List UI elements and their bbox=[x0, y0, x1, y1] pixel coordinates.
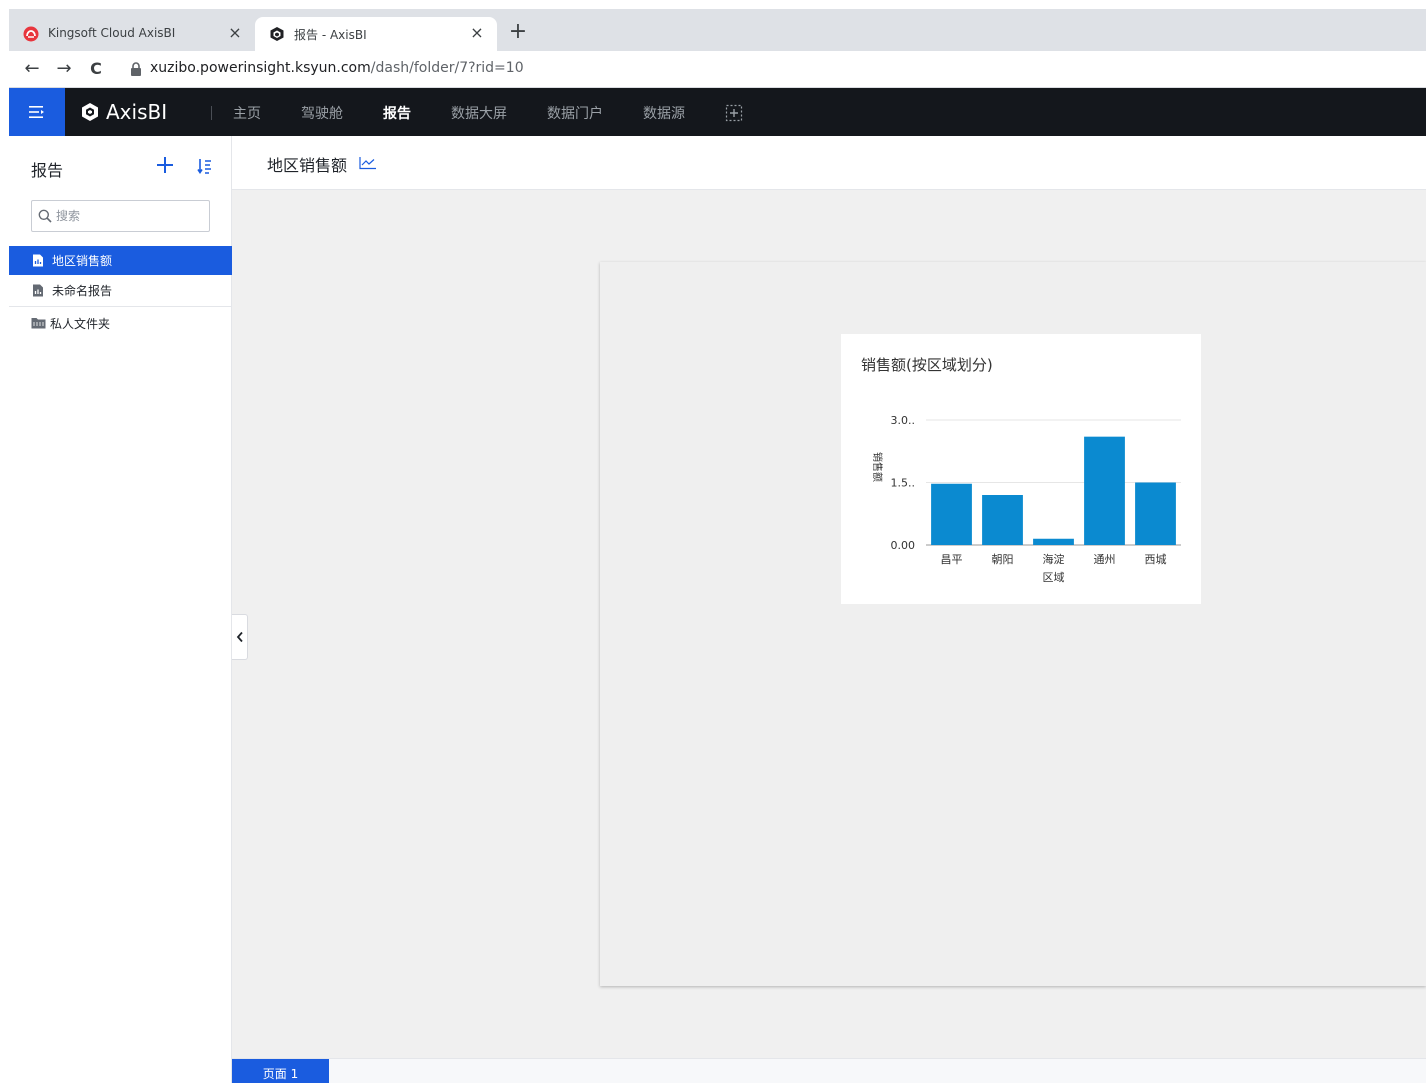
report-file-icon bbox=[33, 284, 43, 297]
close-icon[interactable]: × bbox=[467, 23, 487, 43]
new-tab-icon[interactable]: + bbox=[507, 21, 529, 43]
forward-arrow-icon[interactable]: → bbox=[53, 58, 75, 80]
browser-tab-axisbi[interactable]: 报告 - AxisBI × bbox=[255, 17, 497, 51]
x-tick-label: 西城 bbox=[1145, 553, 1167, 566]
browser-tab-kingsoft[interactable]: Kingsoft Cloud AxisBI × bbox=[9, 17, 255, 51]
axisbi-logo-icon bbox=[82, 103, 98, 121]
x-tick-label: 朝阳 bbox=[992, 553, 1014, 566]
nav-item-reports[interactable]: 报告 bbox=[383, 103, 411, 123]
url-field[interactable]: xuzibo.powerinsight.ksyun.com/dash/folde… bbox=[150, 60, 524, 76]
back-arrow-icon[interactable]: ← bbox=[21, 58, 43, 80]
axisbi-icon bbox=[270, 27, 284, 41]
nav-item-home[interactable]: 主页 bbox=[233, 103, 261, 123]
browser-window: Kingsoft Cloud AxisBI × 报告 - AxisBI × + … bbox=[9, 9, 1426, 1083]
folder-icon bbox=[31, 318, 46, 329]
tab-title: Kingsoft Cloud AxisBI bbox=[48, 26, 176, 40]
y-axis-label: 销售额 bbox=[871, 452, 884, 482]
close-icon[interactable]: × bbox=[225, 23, 245, 43]
search-icon bbox=[38, 209, 52, 223]
sidebar-title: 报告 bbox=[31, 161, 64, 180]
sidebar-item-label: 地区销售额 bbox=[52, 254, 113, 268]
bar bbox=[1033, 538, 1074, 545]
x-tick-label: 海淀 bbox=[1043, 552, 1065, 566]
search-input[interactable] bbox=[56, 207, 206, 225]
line-chart-icon[interactable] bbox=[359, 156, 377, 170]
page-tab-bar: 页面 1 bbox=[232, 1058, 1426, 1083]
nav-item-cockpit[interactable]: 驾驶舱 bbox=[301, 103, 343, 123]
app-navbar: AxisBI 主页 驾驶舱 报告 数据大屏 数据门户 数据源 bbox=[9, 88, 1426, 136]
menu-expand-icon bbox=[29, 106, 44, 118]
lock-icon bbox=[131, 62, 141, 76]
bar bbox=[1135, 482, 1176, 545]
add-icon[interactable] bbox=[156, 156, 174, 174]
bar bbox=[931, 483, 972, 545]
sidebar-item-regional-sales[interactable]: 地区销售额 bbox=[9, 246, 232, 275]
address-bar: ← → C xuzibo.powerinsight.ksyun.com/dash… bbox=[9, 51, 1426, 88]
y-tick-label: 0.00 bbox=[891, 539, 916, 552]
nav-item-data-screen[interactable]: 数据大屏 bbox=[451, 103, 507, 123]
sidebar-item-label: 未命名报告 bbox=[52, 284, 113, 298]
report-header: 地区销售额 bbox=[232, 136, 1426, 190]
nav-divider bbox=[211, 106, 212, 120]
x-tick-label: 昌平 bbox=[941, 553, 963, 566]
bar bbox=[982, 495, 1023, 545]
chevron-left-icon bbox=[236, 631, 243, 643]
brand-name: AxisBI bbox=[106, 100, 168, 124]
kingsoft-cloud-icon bbox=[23, 26, 39, 42]
tab-title: 报告 - AxisBI bbox=[294, 28, 367, 42]
sidebar-folder-private[interactable]: 私人文件夹 bbox=[9, 311, 232, 335]
sidebar: 报告 地区销售额 未命名报告 bbox=[9, 136, 232, 1083]
report-canvas: 销售额(按区域划分) 0.00 1.5.. 3.0.. 昌平 朝阳 海淀 通州 西城 区域 销售额 bbox=[600, 262, 1426, 986]
menu-button[interactable] bbox=[9, 88, 65, 136]
bar-chart: 0.00 1.5.. 3.0.. 昌平 朝阳 海淀 通州 西城区域 销售额 bbox=[871, 414, 1181, 584]
nav-item-data-source[interactable]: 数据源 bbox=[643, 103, 685, 123]
main-content: 地区销售额 销售额(按区域划分) 0.00 1.5.. 3.0.. 昌平 朝阳 海淀 通州西… bbox=[232, 136, 1426, 1083]
report-file-icon bbox=[33, 254, 43, 267]
url-host: xuzibo.powerinsight.ksyun.com bbox=[150, 60, 371, 76]
page-title: 地区销售额 bbox=[267, 156, 348, 175]
x-axis-label: 区域 bbox=[1043, 571, 1065, 584]
brand-logo[interactable]: AxisBI bbox=[80, 99, 167, 125]
bar bbox=[1084, 436, 1125, 545]
y-tick-label: 3.0.. bbox=[891, 414, 916, 427]
chart-card[interactable]: 销售额(按区域划分) 0.00 1.5.. 3.0.. 昌平 朝阳 海淀 通州 西城 区域 销售额 bbox=[841, 334, 1201, 604]
add-tab-icon[interactable] bbox=[725, 104, 743, 122]
x-tick-label: 通州 bbox=[1094, 553, 1116, 566]
folder-label: 私人文件夹 bbox=[50, 316, 111, 331]
page-tab-1[interactable]: 页面 1 bbox=[232, 1059, 329, 1083]
sort-icon[interactable] bbox=[197, 157, 213, 175]
sidebar-item-unnamed-report[interactable]: 未命名报告 bbox=[9, 276, 232, 305]
nav-item-data-portal[interactable]: 数据门户 bbox=[547, 103, 603, 123]
url-path: /dash/folder/7?rid=10 bbox=[370, 60, 524, 76]
collapse-sidebar-button[interactable] bbox=[232, 614, 248, 660]
browser-tab-strip: Kingsoft Cloud AxisBI × 报告 - AxisBI × + bbox=[9, 9, 1426, 51]
search-box[interactable] bbox=[31, 200, 210, 232]
reload-icon[interactable]: C bbox=[85, 58, 107, 80]
sidebar-divider bbox=[9, 306, 232, 307]
y-tick-label: 1.5.. bbox=[891, 477, 916, 490]
